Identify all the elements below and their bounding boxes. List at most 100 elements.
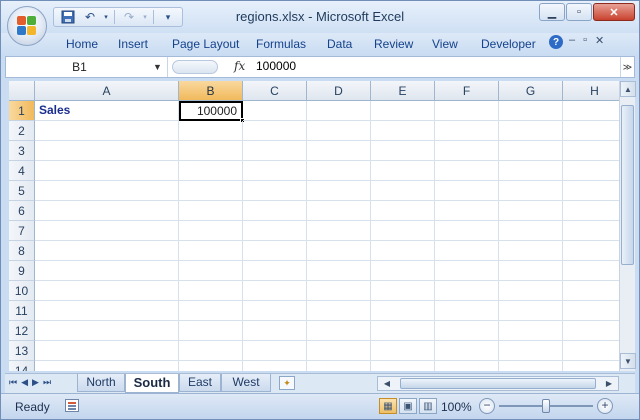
cell-e1[interactable] <box>371 101 435 121</box>
cell-e9[interactable] <box>371 261 435 281</box>
cell-f8[interactable] <box>435 241 499 261</box>
cell-f14[interactable] <box>435 361 499 371</box>
cell-d13[interactable] <box>307 341 371 361</box>
first-sheet-icon[interactable]: ⏮ <box>9 377 17 388</box>
cell-c1[interactable] <box>243 101 307 121</box>
cell-b7[interactable] <box>179 221 243 241</box>
cell-f2[interactable] <box>435 121 499 141</box>
chevron-down-icon[interactable]: ▼ <box>153 62 167 72</box>
cell-d8[interactable] <box>307 241 371 261</box>
cell-d11[interactable] <box>307 301 371 321</box>
cell-g4[interactable] <box>499 161 563 181</box>
cell-f6[interactable] <box>435 201 499 221</box>
cell-b1[interactable]: 100000 <box>179 101 243 121</box>
scroll-down-icon[interactable]: ▼ <box>620 353 636 369</box>
minimize-icon[interactable]: ▁ <box>539 3 565 21</box>
help-icon[interactable]: ? <box>549 35 563 49</box>
column-header-c[interactable]: C <box>243 81 307 101</box>
cell-f11[interactable] <box>435 301 499 321</box>
cell-a4[interactable] <box>35 161 179 181</box>
cell-a12[interactable] <box>35 321 179 341</box>
column-header-h[interactable]: H <box>563 81 619 101</box>
workbook-close-icon[interactable]: ✕ <box>595 34 604 47</box>
tab-data[interactable]: Data <box>327 37 352 51</box>
cell-c5[interactable] <box>243 181 307 201</box>
next-sheet-icon[interactable]: ▶ <box>32 377 39 388</box>
cell-b11[interactable] <box>179 301 243 321</box>
maximize-icon[interactable]: ▫ <box>566 3 592 21</box>
cell-e5[interactable] <box>371 181 435 201</box>
zoom-in-icon[interactable]: + <box>597 398 613 414</box>
record-macro-icon[interactable] <box>65 399 79 412</box>
cell-e12[interactable] <box>371 321 435 341</box>
cell-b14[interactable] <box>179 361 243 371</box>
row-header-1[interactable]: 1 <box>9 101 35 121</box>
cell-c12[interactable] <box>243 321 307 341</box>
cell-h13[interactable] <box>563 341 619 361</box>
insert-sheet-icon[interactable]: ✦ <box>279 376 295 390</box>
row-header-10[interactable]: 10 <box>9 281 35 301</box>
column-header-a[interactable]: A <box>35 81 179 101</box>
cell-b13[interactable] <box>179 341 243 361</box>
row-header-5[interactable]: 5 <box>9 181 35 201</box>
insert-function-icon[interactable]: fx <box>234 59 245 73</box>
cell-f4[interactable] <box>435 161 499 181</box>
cell-a5[interactable] <box>35 181 179 201</box>
last-sheet-icon[interactable]: ⏭ <box>43 377 51 388</box>
cell-d2[interactable] <box>307 121 371 141</box>
cell-d3[interactable] <box>307 141 371 161</box>
prev-sheet-icon[interactable]: ◀ <box>21 377 28 388</box>
cell-a10[interactable] <box>35 281 179 301</box>
cell-f3[interactable] <box>435 141 499 161</box>
cell-b6[interactable] <box>179 201 243 221</box>
cell-g3[interactable] <box>499 141 563 161</box>
workbook-minimize-icon[interactable]: – <box>569 34 575 47</box>
cell-a8[interactable] <box>35 241 179 261</box>
name-box[interactable]: B1 ▼ <box>6 57 168 77</box>
vertical-scroll-thumb[interactable] <box>621 105 634 265</box>
sheet-tab-west[interactable]: West <box>221 374 271 392</box>
row-header-13[interactable]: 13 <box>9 341 35 361</box>
cell-g10[interactable] <box>499 281 563 301</box>
horizontal-scroll-thumb[interactable] <box>400 378 596 389</box>
cell-h6[interactable] <box>563 201 619 221</box>
cell-c10[interactable] <box>243 281 307 301</box>
cell-d14[interactable] <box>307 361 371 371</box>
cell-g7[interactable] <box>499 221 563 241</box>
row-header-6[interactable]: 6 <box>9 201 35 221</box>
cell-c6[interactable] <box>243 201 307 221</box>
column-header-f[interactable]: F <box>435 81 499 101</box>
cell-h9[interactable] <box>563 261 619 281</box>
cell-h8[interactable] <box>563 241 619 261</box>
cell-a14[interactable] <box>35 361 179 371</box>
cell-a11[interactable] <box>35 301 179 321</box>
cell-h3[interactable] <box>563 141 619 161</box>
cell-b10[interactable] <box>179 281 243 301</box>
cell-d10[interactable] <box>307 281 371 301</box>
cell-a2[interactable] <box>35 121 179 141</box>
cell-d7[interactable] <box>307 221 371 241</box>
cell-e3[interactable] <box>371 141 435 161</box>
cell-g13[interactable] <box>499 341 563 361</box>
cell-f10[interactable] <box>435 281 499 301</box>
column-header-d[interactable]: D <box>307 81 371 101</box>
tab-developer[interactable]: Developer <box>481 37 536 51</box>
cell-h10[interactable] <box>563 281 619 301</box>
cell-f9[interactable] <box>435 261 499 281</box>
cell-d12[interactable] <box>307 321 371 341</box>
cell-h5[interactable] <box>563 181 619 201</box>
row-header-14[interactable]: 14 <box>9 361 35 371</box>
sheet-tab-south[interactable]: South <box>125 374 179 393</box>
cell-e10[interactable] <box>371 281 435 301</box>
cell-g12[interactable] <box>499 321 563 341</box>
zoom-out-icon[interactable]: − <box>479 398 495 414</box>
worksheet-grid[interactable]: ABCDEFGH 1 2 3 4 5 6 7 8 9 10 11 12 13 14 Sales 100000 <box>9 81 619 371</box>
cell-e11[interactable] <box>371 301 435 321</box>
cell-h14[interactable] <box>563 361 619 371</box>
zoom-slider-thumb[interactable] <box>542 399 550 413</box>
cell-g5[interactable] <box>499 181 563 201</box>
cell-c3[interactable] <box>243 141 307 161</box>
cell-e8[interactable] <box>371 241 435 261</box>
cell-b4[interactable] <box>179 161 243 181</box>
cell-d9[interactable] <box>307 261 371 281</box>
